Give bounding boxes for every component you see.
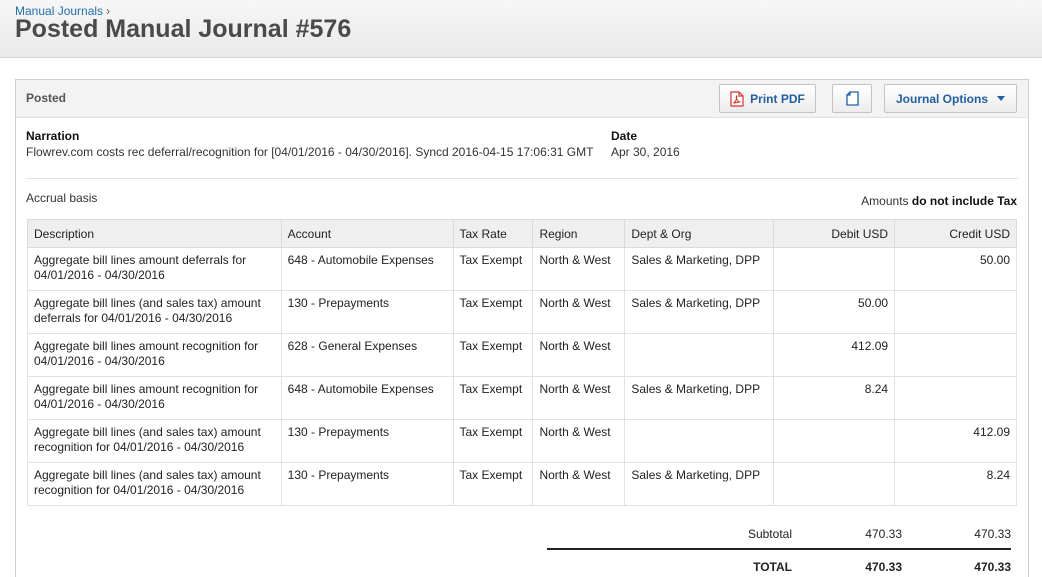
cell-dept-org xyxy=(624,333,775,377)
cell-debit xyxy=(773,462,896,506)
table-row: Aggregate bill lines amount recognition … xyxy=(27,376,1017,420)
cell-description: Aggregate bill lines (and sales tax) amo… xyxy=(27,419,282,463)
narration-label: Narration xyxy=(26,129,80,143)
total-debit: 470.33 xyxy=(865,560,902,574)
cell-tax-rate: Tax Exempt xyxy=(452,376,534,420)
cell-account: 130 - Prepayments xyxy=(280,462,454,506)
cell-account: 628 - General Expenses xyxy=(280,333,454,377)
cell-debit: 412.09 xyxy=(773,333,896,377)
date-label: Date xyxy=(611,129,638,143)
page-title: Posted Manual Journal #576 xyxy=(15,15,352,43)
journal-options-button[interactable]: Journal Options xyxy=(884,84,1017,113)
table-row: Aggregate bill lines amount recognition … xyxy=(27,333,1017,377)
cell-credit: 412.09 xyxy=(894,419,1017,463)
cell-credit: 8.24 xyxy=(894,462,1017,506)
amounts-note-emphasis: do not include Tax xyxy=(911,194,1017,208)
print-pdf-button[interactable]: Print PDF xyxy=(719,84,816,113)
cell-debit xyxy=(773,247,896,291)
pdf-file-icon xyxy=(730,90,744,107)
cell-description: Aggregate bill lines amount deferrals fo… xyxy=(27,247,282,291)
cell-dept-org: Sales & Marketing, DPP xyxy=(624,290,775,334)
cell-tax-rate: Tax Exempt xyxy=(452,462,534,506)
col-region: Region xyxy=(532,219,626,248)
cell-account: 130 - Prepayments xyxy=(280,419,454,463)
copy-document-icon xyxy=(845,91,859,106)
cell-credit xyxy=(894,333,1017,377)
accounting-basis: Accrual basis xyxy=(26,191,98,205)
cell-account: 130 - Prepayments xyxy=(280,290,454,334)
cell-description: Aggregate bill lines amount recognition … xyxy=(27,333,282,377)
meta-divider xyxy=(26,178,1018,179)
col-description: Description xyxy=(27,219,282,248)
table-row: Aggregate bill lines (and sales tax) amo… xyxy=(27,290,1017,334)
subtotal-label: Subtotal xyxy=(747,527,792,541)
amounts-note-prefix: Amounts xyxy=(861,194,909,208)
cell-region: North & West xyxy=(532,290,626,334)
cell-dept-org xyxy=(624,419,775,463)
cell-debit: 8.24 xyxy=(773,376,896,420)
amounts-tax-note: Amounts do not include Tax xyxy=(861,194,1017,208)
cell-credit: 50.00 xyxy=(894,247,1017,291)
page-header: Manual Journals › Posted Manual Journal #… xyxy=(0,0,1042,58)
cell-dept-org: Sales & Marketing, DPP xyxy=(624,462,775,506)
totals-rule xyxy=(547,548,1011,550)
col-tax-rate: Tax Rate xyxy=(452,219,534,248)
date-value: Apr 30, 2016 xyxy=(611,145,680,159)
table-row: Aggregate bill lines (and sales tax) amo… xyxy=(27,462,1017,506)
cell-tax-rate: Tax Exempt xyxy=(452,290,534,334)
cell-description: Aggregate bill lines (and sales tax) amo… xyxy=(27,290,282,334)
panel-header: Posted Print PDF Journal Options xyxy=(16,80,1028,118)
journal-lines-table: Description Account Tax Rate Region Dept… xyxy=(27,219,1017,506)
cell-tax-rate: Tax Exempt xyxy=(452,333,534,377)
cell-description: Aggregate bill lines amount recognition … xyxy=(27,376,282,420)
cell-region: North & West xyxy=(532,419,626,463)
cell-tax-rate: Tax Exempt xyxy=(452,247,534,291)
col-dept-org: Dept & Org xyxy=(624,219,775,248)
journal-panel: Posted Print PDF Journal Options Narrati… xyxy=(15,79,1029,577)
cell-description: Aggregate bill lines (and sales tax) amo… xyxy=(27,462,282,506)
cell-region: North & West xyxy=(532,462,626,506)
cell-debit: 50.00 xyxy=(773,290,896,334)
status-label: Posted xyxy=(26,91,67,105)
total-label: TOTAL xyxy=(753,560,792,574)
cell-debit xyxy=(773,419,896,463)
cell-region: North & West xyxy=(532,247,626,291)
cell-account: 648 - Automobile Expenses xyxy=(280,247,454,291)
col-debit: Debit USD xyxy=(773,219,896,248)
table-row: Aggregate bill lines amount deferrals fo… xyxy=(27,247,1017,291)
journal-options-label: Journal Options xyxy=(895,91,988,106)
subtotal-debit: 470.33 xyxy=(865,527,902,541)
cell-region: North & West xyxy=(532,333,626,377)
col-account: Account xyxy=(280,219,454,248)
total-credit: 470.33 xyxy=(974,560,1011,574)
col-credit: Credit USD xyxy=(894,219,1017,248)
table-header-row: Description Account Tax Rate Region Dept… xyxy=(27,219,1017,248)
narration-value: Flowrev.com costs rec deferral/recogniti… xyxy=(26,145,594,159)
cell-tax-rate: Tax Exempt xyxy=(452,419,534,463)
table-row: Aggregate bill lines (and sales tax) amo… xyxy=(27,419,1017,463)
cell-dept-org: Sales & Marketing, DPP xyxy=(624,376,775,420)
cell-dept-org: Sales & Marketing, DPP xyxy=(624,247,775,291)
copy-journal-button[interactable] xyxy=(832,84,872,113)
print-pdf-label: Print PDF xyxy=(750,91,805,106)
cell-credit xyxy=(894,290,1017,334)
cell-region: North & West xyxy=(532,376,626,420)
cell-credit xyxy=(894,376,1017,420)
cell-account: 648 - Automobile Expenses xyxy=(280,376,454,420)
subtotal-credit: 470.33 xyxy=(974,527,1011,541)
chevron-down-icon xyxy=(997,96,1005,101)
